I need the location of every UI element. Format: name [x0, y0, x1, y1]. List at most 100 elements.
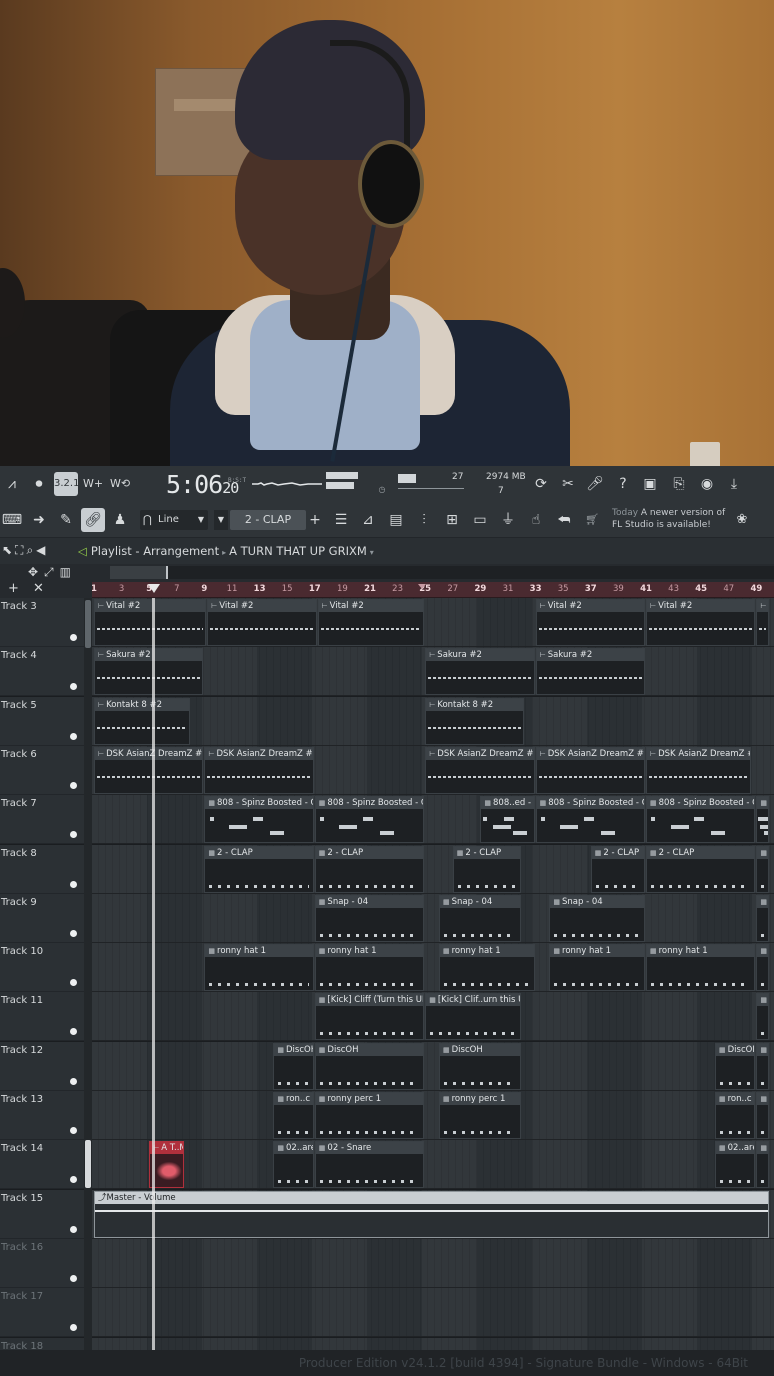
- track-enable-dot[interactable]: [70, 1324, 77, 1332]
- rewind-icon[interactable]: ⮪: [552, 508, 576, 532]
- playlist-tools-icons[interactable]: ⬉⛶⌕◀: [2, 543, 48, 558]
- track-header[interactable]: Track 11: [0, 992, 92, 1042]
- pattern-clip[interactable]: ▦ron..c 1: [715, 1092, 756, 1139]
- download-icon[interactable]: ⤓: [722, 472, 746, 496]
- track-lane[interactable]: ⊢ Sakura #2 ⊢ Sakura #2 ⊢ Sakura #2: [92, 647, 774, 697]
- vertical-scrollbar[interactable]: [84, 598, 92, 1350]
- pattern-clip[interactable]: ⊢V: [756, 599, 770, 646]
- pattern-clip[interactable]: ▦DiscOH: [439, 1042, 521, 1090]
- pattern-clip[interactable]: ▦ 808 - Spinz Boosted - C: [314, 796, 425, 844]
- loop-marker[interactable]: [418, 584, 426, 589]
- pattern-clip[interactable]: ⊢DSK AsianZ DreamZ #2: [204, 746, 314, 794]
- track-header[interactable]: Track 16: [0, 1238, 92, 1288]
- pattern-clip[interactable]: ⊢ Vital #2: [646, 599, 756, 646]
- pattern-clip[interactable]: ▦ ronny perc 1: [439, 1092, 521, 1139]
- mixer-icon[interactable]: ⫶: [412, 508, 436, 532]
- refresh-icon[interactable]: ⟳: [529, 472, 553, 496]
- pattern-clip[interactable]: ⊢DSK AsianZ DreamZ #2: [94, 746, 204, 794]
- track-lane[interactable]: ▦ [Kick] Cliff (Turn this UP) ▦ [Kick] Clif…: [92, 992, 774, 1042]
- track-lane[interactable]: ⊢ Vital #2 ⊢ Vital #2 ⊢ Vital #2 ⊢ Vital #2 ⊢ Vit…: [92, 598, 774, 647]
- typing-keyboard-icon[interactable]: ⌨: [0, 508, 24, 532]
- cut-icon[interactable]: ✂: [556, 472, 580, 496]
- piano-roll-icon[interactable]: ⊿: [356, 508, 380, 532]
- timeline-ruler[interactable]: 1357911131517192123252729313335373941434…: [92, 582, 774, 598]
- shop-cart-icon[interactable]: 🛒︎: [580, 508, 604, 532]
- pattern-clip[interactable]: ▦ 808 - Spinz Boosted - C: [646, 796, 756, 844]
- pencil-icon[interactable]: ✎: [54, 508, 78, 532]
- vertical-scroll-thumb[interactable]: [85, 600, 91, 648]
- track-lane[interactable]: ▦ ronny hat 1 ▦ ronny hat 1 ▦ ronny hat 1 ▦ ron…: [92, 943, 774, 993]
- track-header[interactable]: Track 5: [0, 696, 92, 746]
- track-enable-dot[interactable]: [70, 1077, 77, 1085]
- track-header[interactable]: Track 9: [0, 893, 92, 943]
- track-lane[interactable]: ▦ 2 - CLAP ▦ 2 - CLAP ▦ 2 - CLAP ▦ 2 - CLAP ▦ 2 -…: [92, 844, 774, 894]
- render-icon[interactable]: ⎘: [667, 472, 691, 496]
- pattern-clip[interactable]: ▦ 02 - Snare: [314, 1141, 425, 1189]
- track-enable-dot[interactable]: [70, 683, 77, 691]
- track-lane[interactable]: [92, 1337, 774, 1350]
- track-enable-dot[interactable]: [70, 634, 77, 641]
- horizontal-scroll-thumb[interactable]: [110, 566, 168, 579]
- pattern-clip[interactable]: ▦ron..c 1: [273, 1092, 314, 1139]
- pattern-clip[interactable]: ⊢ Vital #2: [94, 599, 207, 646]
- track-header[interactable]: Track 17: [0, 1288, 92, 1338]
- fl-logo-icon[interactable]: ❀: [730, 508, 754, 532]
- pattern-clip[interactable]: ⊢ Vital #2: [207, 599, 317, 646]
- step-edit-icon[interactable]: W+: [81, 472, 105, 496]
- playlist-title-bar[interactable]: ◁ Playlist - Arrangement ▸ A TURN THAT UP G…: [78, 544, 377, 558]
- pattern-clip[interactable]: ▦S: [756, 894, 770, 942]
- pattern-clip[interactable]: ⊢DSK AsianZ DreamZ #2: [425, 746, 535, 794]
- track-lane[interactable]: [92, 1288, 774, 1338]
- pattern-clip[interactable]: ▦[Kick] Clif..urn this UP): [425, 993, 521, 1041]
- snap-mode-select[interactable]: ⋂ Line ▼: [140, 510, 208, 530]
- track-lane[interactable]: ▦Snap - 04▦Snap - 04▦Snap - 04▦S: [92, 893, 774, 943]
- pattern-clip[interactable]: ▦ ronny perc 1: [314, 1092, 425, 1139]
- pattern-clip[interactable]: ▦[: [756, 993, 770, 1041]
- pattern-clip[interactable]: ⊢ Vital #2: [535, 599, 645, 646]
- chat-icon[interactable]: ◉: [695, 472, 719, 496]
- track-header[interactable]: Track 18: [0, 1337, 92, 1350]
- track-enable-dot[interactable]: [70, 1176, 77, 1184]
- add-track-icon[interactable]: +: [8, 581, 19, 596]
- pattern-clip[interactable]: ▦DiscOH: [314, 1042, 425, 1090]
- track-header[interactable]: Track 10: [0, 943, 92, 993]
- playlist-nav-icons[interactable]: ✥⤢▥: [28, 565, 77, 580]
- metronome-icon[interactable]: ⩘: [0, 472, 24, 496]
- track-enable-dot[interactable]: [70, 781, 77, 789]
- help-icon[interactable]: ?: [611, 472, 635, 496]
- track-header[interactable]: Track 8: [0, 844, 92, 894]
- track-header[interactable]: Track 6: [0, 745, 92, 795]
- pattern-clip[interactable]: ▦ 808 - Spinz Boosted - C: [535, 796, 645, 844]
- track-header[interactable]: Track 4: [0, 647, 92, 697]
- track-lane[interactable]: ⤴Master - Volume: [92, 1189, 774, 1239]
- pattern-clip[interactable]: ▦02..are: [715, 1141, 756, 1189]
- pattern-clip[interactable]: ▦ Snap - 04: [549, 894, 645, 942]
- channel-rack-icon[interactable]: ▤: [384, 508, 408, 532]
- pattern-clip[interactable]: ▦DiscOH: [273, 1042, 314, 1090]
- track-lane[interactable]: ⊢A T..M▦02..are▦02 - Snare▦02..are▦0: [92, 1140, 774, 1190]
- song-position-marker[interactable]: [148, 584, 160, 593]
- loop-record-icon[interactable]: W⟲: [108, 472, 132, 496]
- master-pitch-bar[interactable]: [326, 482, 354, 489]
- track-lane[interactable]: ⊢ Kontakt 8 #2 ⊢ Kontakt 8 #2: [92, 696, 774, 746]
- browser-icon[interactable]: ▭: [468, 508, 492, 532]
- link-icon[interactable]: 🔗︎: [81, 508, 105, 532]
- pattern-clip[interactable]: ▦2: [756, 845, 770, 893]
- pattern-clip[interactable]: ▦r: [756, 944, 770, 992]
- pattern-clip[interactable]: ▦ 2 - CLAP: [590, 845, 645, 893]
- wait-record-icon[interactable]: ⏺: [27, 472, 51, 496]
- microphone-icon[interactable]: 🎤︎: [583, 472, 607, 496]
- pattern-clip[interactable]: ▦DiscOH: [715, 1042, 756, 1090]
- track-lane[interactable]: ▦ron..c 1▦ronny perc 1▦ronny perc 1▦ron.…: [92, 1091, 774, 1140]
- countdown-icon[interactable]: 3.2.1: [54, 472, 79, 496]
- pattern-clip[interactable]: ▦ ronny hat 1: [549, 944, 645, 992]
- track-header[interactable]: Track 7: [0, 795, 92, 845]
- pattern-clip[interactable]: ⊢DSK AsianZ DreamZ #2: [535, 746, 645, 794]
- pattern-clip[interactable]: ⊢ Vital #2: [317, 599, 425, 646]
- pattern-clip[interactable]: ⊢ Sakura #2: [535, 648, 645, 696]
- track-resize-handle[interactable]: [85, 1140, 91, 1188]
- pattern-clip[interactable]: ⊢ Kontakt 8 #2: [94, 697, 190, 745]
- pattern-clip[interactable]: ▦8: [756, 796, 770, 844]
- track-header[interactable]: Track 12: [0, 1041, 92, 1091]
- track-header[interactable]: Track 14: [0, 1140, 92, 1190]
